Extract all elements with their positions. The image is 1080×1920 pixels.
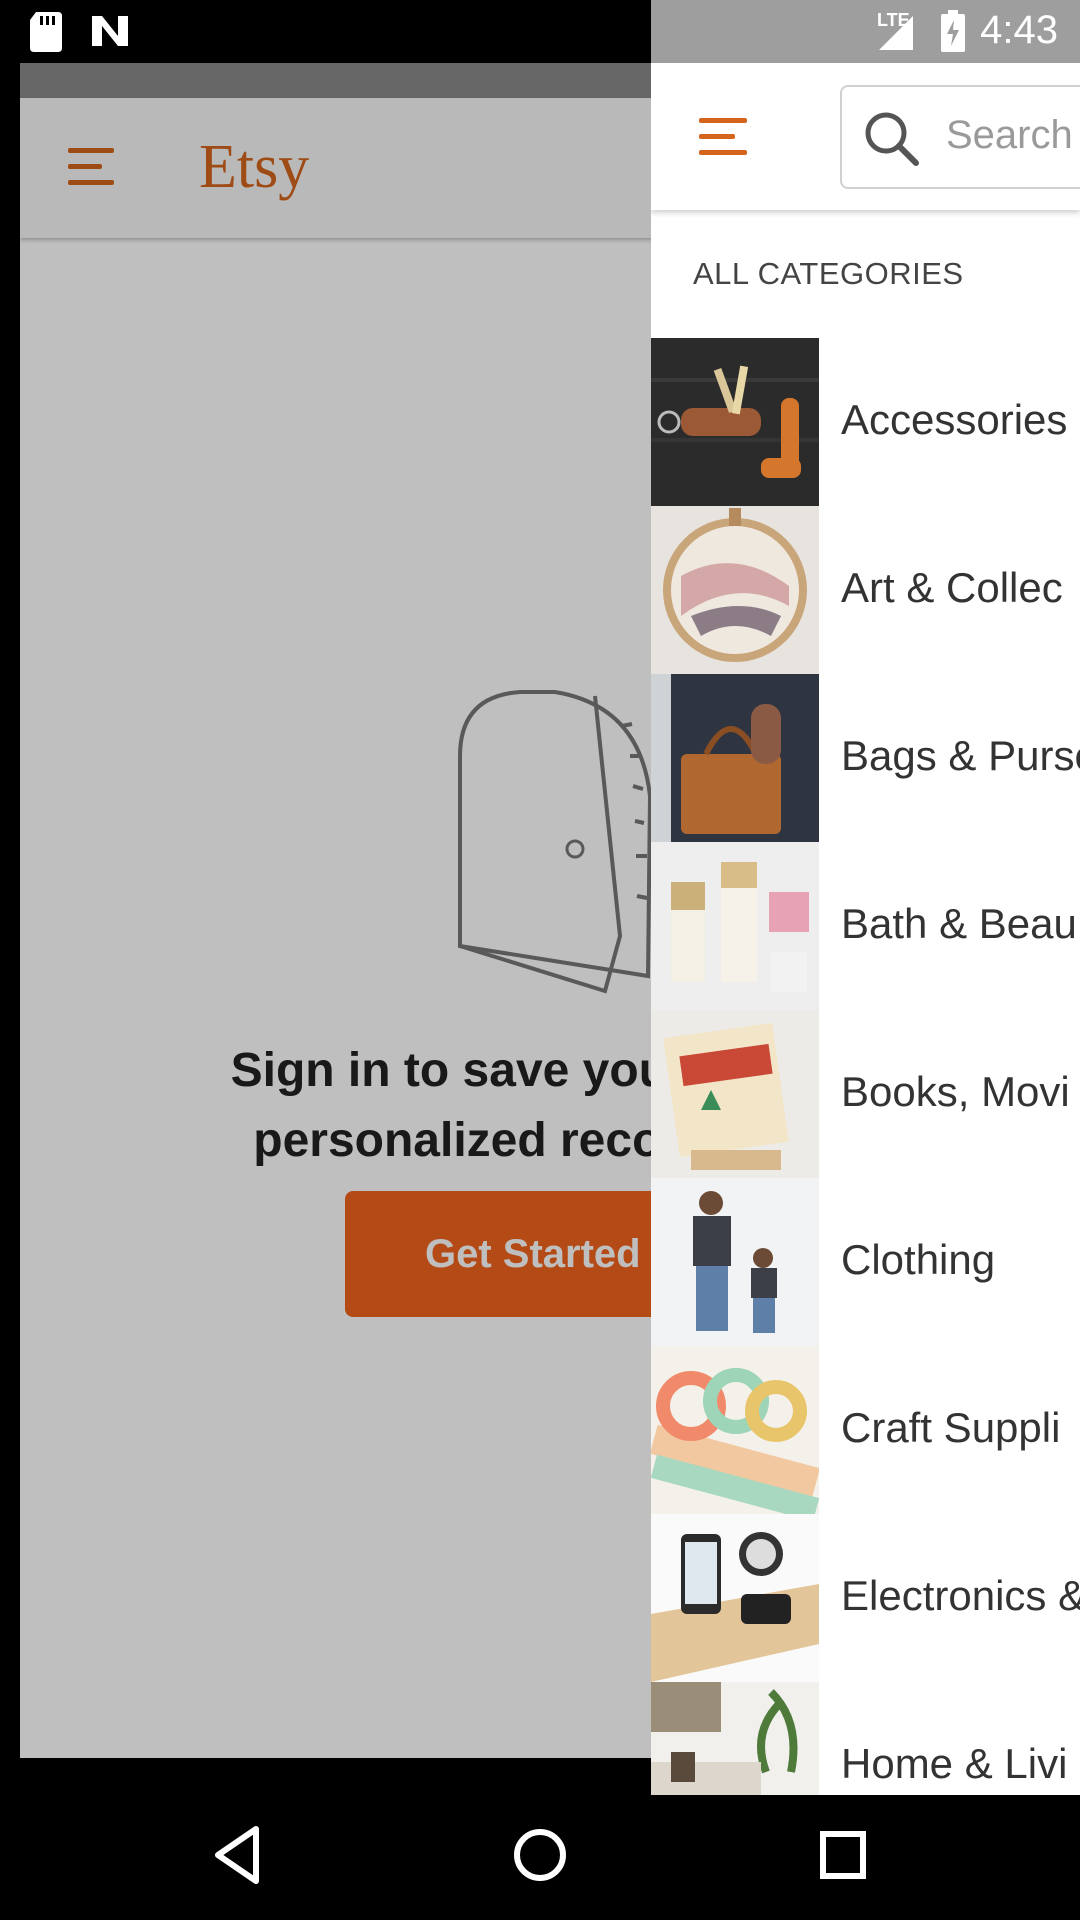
family-shirts-photo-icon <box>651 1178 819 1346</box>
category-label: Electronics & <box>841 1572 1080 1619</box>
screen: Etsy Sign in to save your fav personaliz… <box>0 0 1080 1920</box>
recents-icon[interactable] <box>818 1825 868 1885</box>
category-item-bath[interactable]: Bath & Beau <box>651 842 1080 1010</box>
status-bar: LTE 4:43 <box>0 0 1080 63</box>
drawer-menu-icon[interactable] <box>699 118 747 158</box>
category-label: Home & Livi <box>841 1740 1068 1787</box>
search-placeholder: Search <box>946 113 1073 157</box>
category-item-books[interactable]: Books, Movi <box>651 1010 1080 1178</box>
back-icon[interactable] <box>212 1825 260 1885</box>
category-item-home-living[interactable]: Home & Livi <box>651 1682 1080 1795</box>
category-label: Books, Movi <box>841 1068 1070 1115</box>
drawer-header: Search <box>651 63 1080 210</box>
signal-icon <box>879 16 913 50</box>
category-item-craft-supplies[interactable]: Craft Suppli <box>651 1346 1080 1514</box>
status-bar-drawer-area: LTE 4:43 <box>651 0 1080 63</box>
phone-dock-photo-icon <box>651 1514 819 1682</box>
category-label: Accessories <box>841 396 1068 443</box>
search-input[interactable]: Search <box>840 85 1080 189</box>
drawer-scrim[interactable] <box>20 36 680 1758</box>
bath-products-photo-icon <box>651 842 819 1010</box>
category-item-bags[interactable]: Bags & Purse <box>651 674 1080 842</box>
category-item-clothing[interactable]: Clothing <box>651 1178 1080 1346</box>
status-time: 4:43 <box>980 8 1058 52</box>
category-label: Craft Suppli <box>841 1404 1061 1451</box>
category-list: Accessories Art & Collec Bags & Purse Ba… <box>651 338 1080 1795</box>
section-title: ALL CATEGORIES <box>693 256 964 291</box>
background-app: Etsy Sign in to save your fav personaliz… <box>20 36 680 1758</box>
category-label: Bath & Beau <box>841 900 1077 947</box>
battery-charging-icon <box>941 10 965 52</box>
search-icon <box>865 112 919 166</box>
postcard-photo-icon <box>651 1010 819 1178</box>
home-icon[interactable] <box>512 1825 568 1885</box>
category-label: Art & Collec <box>841 564 1063 611</box>
keychain-photo-icon <box>651 338 819 506</box>
category-label: Clothing <box>841 1236 996 1283</box>
category-item-accessories[interactable]: Accessories <box>651 338 1080 506</box>
leather-tote-photo-icon <box>651 674 819 842</box>
washi-tape-photo-icon <box>651 1346 819 1514</box>
sd-card-icon <box>30 12 62 52</box>
system-nav-bar <box>0 1795 1080 1920</box>
category-item-electronics[interactable]: Electronics & <box>651 1514 1080 1682</box>
category-drawer: Search ALL CATEGORIES Accessories Art & … <box>651 63 1080 1795</box>
n-notification-icon <box>92 16 128 46</box>
category-label: Bags & Purse <box>841 732 1080 779</box>
embroidery-hoop-photo-icon <box>651 506 819 674</box>
living-room-photo-icon <box>651 1682 819 1795</box>
category-item-art[interactable]: Art & Collec <box>651 506 1080 674</box>
